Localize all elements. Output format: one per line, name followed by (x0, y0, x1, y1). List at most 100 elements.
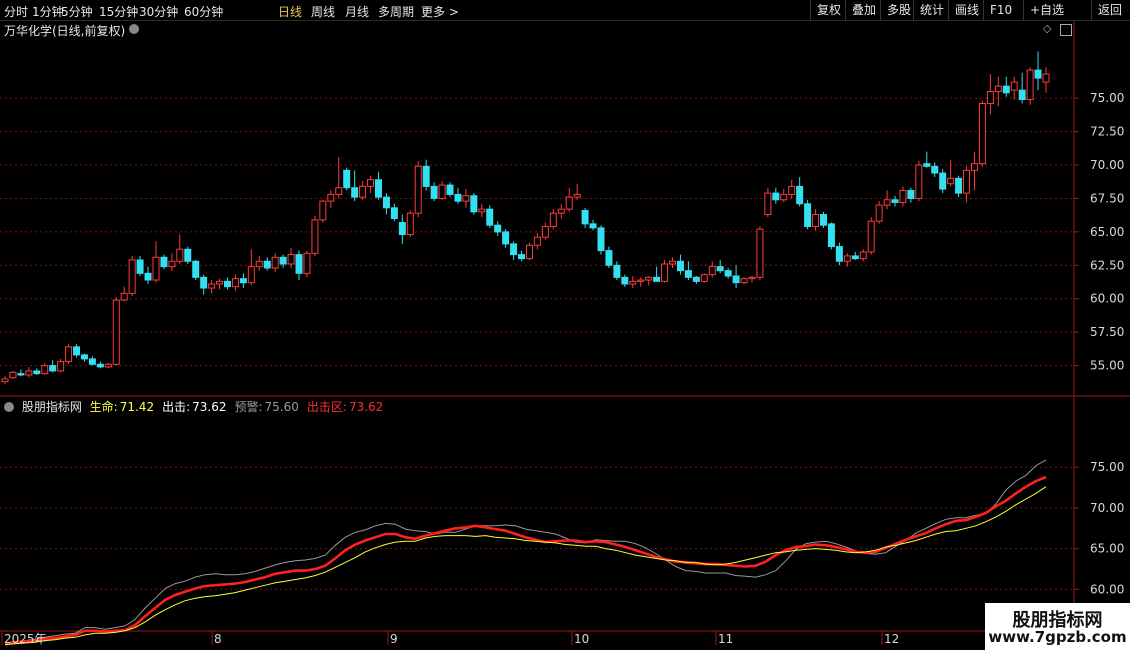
candle-body (112, 299, 120, 365)
price-tick-label: 72.50 (1090, 125, 1124, 139)
time-tick-label: 8 (214, 632, 222, 646)
candle-body (462, 195, 470, 202)
candle-body (390, 207, 398, 220)
candle-body (819, 213, 827, 226)
candle-body (637, 279, 645, 282)
candle-body (255, 260, 263, 268)
candle-body (541, 226, 549, 238)
candle-body (589, 223, 597, 229)
candle-body (287, 254, 295, 265)
candle-body (986, 90, 994, 105)
candle-body (748, 276, 756, 280)
candle-body (788, 185, 796, 195)
candle-body (303, 252, 311, 274)
candle-body (994, 85, 1002, 92)
candle-body (955, 177, 963, 194)
candle-body (398, 222, 406, 236)
candle-body (144, 272, 152, 281)
candle-body (271, 256, 279, 269)
candle-body (216, 280, 224, 285)
candle-body (239, 278, 247, 284)
indicator-line (4, 475, 1047, 646)
candle-body (891, 199, 899, 203)
candle-body (1010, 81, 1018, 91)
candle-body (136, 259, 144, 274)
candle-body (17, 373, 25, 376)
candle-body (319, 200, 327, 221)
time-tick-label: 12 (884, 632, 899, 646)
candle-body (573, 193, 581, 198)
price-tick-label: 67.50 (1090, 191, 1124, 205)
stock-chart[interactable]: 55.00 57.50 60.00 62.50 65.00 67.50 70.00 72.50… (0, 0, 1130, 650)
candle-body (533, 236, 541, 246)
candle-body (33, 370, 41, 375)
candle-body (128, 259, 136, 294)
candle-body (160, 256, 168, 268)
price-tick-label: 55.00 (1090, 359, 1124, 373)
candle-body (502, 231, 510, 245)
price-tick-label: 57.50 (1090, 325, 1124, 339)
candle-body (970, 163, 978, 171)
candle-body (978, 103, 986, 165)
candle-body (764, 192, 772, 215)
candle-body (73, 346, 81, 356)
candle-body (851, 255, 859, 260)
candle-body (684, 270, 692, 278)
candle-body (796, 185, 804, 205)
indicator-tick-label: 65.00 (1090, 542, 1124, 556)
candle-body (184, 248, 192, 262)
watermark-line2: www.7gpzb.com (988, 628, 1127, 646)
candle-body (859, 251, 867, 260)
candle-body (422, 165, 430, 187)
candle-body (692, 276, 700, 282)
candle-body (88, 358, 96, 365)
candle-body (645, 276, 653, 281)
candle-body (327, 193, 335, 202)
indicator-line (4, 459, 1047, 646)
candle-body (367, 179, 375, 187)
candle-body (231, 278, 239, 288)
candle-body (843, 255, 851, 262)
price-tick-label: 62.50 (1090, 258, 1124, 272)
candle-body (1026, 69, 1034, 101)
candle-body (224, 280, 232, 288)
time-tick-label: 9 (390, 632, 398, 646)
time-tick-label: 10 (574, 632, 589, 646)
candle-body (875, 204, 883, 222)
indicator-tick-label: 70.00 (1090, 501, 1124, 515)
candle-body (716, 266, 724, 272)
candle-body (200, 276, 208, 289)
candle-body (923, 163, 931, 167)
candle-body (1002, 85, 1010, 94)
candle-body (25, 370, 33, 376)
candle-body (96, 363, 104, 368)
candle-body (438, 184, 446, 199)
candle-body (907, 189, 915, 199)
candle-body (605, 250, 613, 266)
candle-body (510, 243, 518, 256)
candle-body (152, 256, 160, 281)
candle-body (883, 199, 891, 206)
candle-body (406, 212, 414, 236)
candle-body (446, 184, 454, 195)
candle-body (549, 212, 557, 228)
candle-body (581, 209, 589, 225)
price-tick-label: 60.00 (1090, 292, 1124, 306)
candle-body (192, 260, 200, 278)
candle-body (597, 227, 605, 252)
indicator-tick-label: 75.00 (1090, 460, 1124, 474)
candle-body (939, 172, 947, 190)
candle-body (653, 276, 661, 282)
candle-body (827, 223, 835, 248)
candle-body (780, 193, 788, 201)
indicator-tick-label: 60.00 (1090, 582, 1124, 596)
candle-body (661, 263, 669, 282)
candle-body (676, 260, 684, 272)
candle-body (1034, 69, 1042, 79)
candle-body (1018, 89, 1026, 101)
candle-body (915, 164, 923, 199)
candle-body (756, 228, 764, 278)
candle-body (57, 361, 65, 372)
candle-body (343, 169, 351, 189)
time-tick-label: 11 (718, 632, 733, 646)
